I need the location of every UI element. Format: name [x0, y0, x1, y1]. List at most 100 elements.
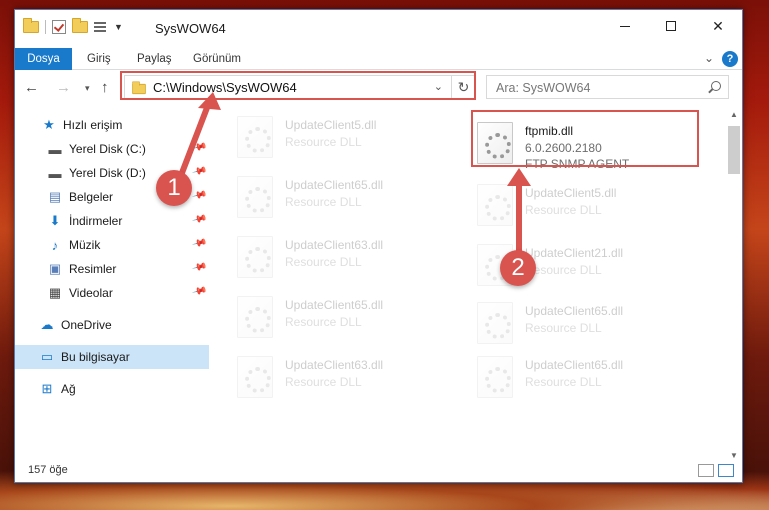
- pin-icon[interactable]: 📌: [191, 284, 207, 300]
- item-count: 157 öğe: [28, 464, 68, 476]
- search-icon[interactable]: [711, 81, 721, 91]
- tab-file[interactable]: Dosya: [15, 48, 72, 70]
- file-description: Resource DLL: [285, 195, 362, 209]
- sidebar-item-disk-c[interactable]: ▬ Yerel Disk (C:) 📌: [15, 137, 209, 161]
- tab-share[interactable]: Paylaş: [127, 48, 182, 70]
- pin-icon[interactable]: 📌: [191, 212, 207, 228]
- sidebar-item-label: Müzik: [69, 238, 101, 252]
- help-icon[interactable]: ?: [722, 51, 738, 67]
- sidebar-item-quick-access[interactable]: ★ Hızlı erişim: [15, 113, 209, 137]
- sidebar-item-label: Yerel Disk (D:): [69, 166, 146, 180]
- divider: [45, 20, 46, 34]
- ribbon-expand-icon[interactable]: ⌄: [704, 51, 714, 65]
- file-description: Resource DLL: [525, 203, 602, 217]
- sidebar-item-label: Bu bilgisayar: [61, 350, 130, 364]
- videos-icon: ▦: [48, 285, 62, 300]
- chevron-down-icon[interactable]: ▼: [114, 22, 123, 32]
- star-icon: ★: [43, 117, 55, 132]
- dll-file-icon: [477, 184, 513, 226]
- search-input[interactable]: Ara: SysWOW64: [486, 75, 729, 99]
- navigation-pane: ★ Hızlı erişim ▬ Yerel Disk (C:) 📌 ▬ Yer…: [15, 110, 209, 458]
- file-description: Resource DLL: [525, 321, 602, 335]
- pin-icon[interactable]: 📌: [191, 164, 207, 180]
- callout-step-2: 2: [500, 250, 536, 286]
- customize-icon[interactable]: [94, 20, 108, 34]
- file-description: Resource DLL: [285, 315, 362, 329]
- scroll-down-icon[interactable]: ▼: [726, 451, 742, 460]
- recent-locations-icon[interactable]: ▾: [85, 83, 90, 94]
- pin-icon[interactable]: 📌: [191, 260, 207, 276]
- file-tile[interactable]: UpdateClient65.dll Resource DLL: [477, 354, 707, 404]
- vertical-scrollbar[interactable]: ▲ ▼: [726, 110, 742, 460]
- download-icon: ⬇: [49, 213, 61, 228]
- file-name: UpdateClient65.dll: [525, 304, 624, 318]
- ribbon-tabs: Dosya Giriş Paylaş Görünüm ⌄ ?: [15, 48, 742, 70]
- pictures-icon: ▣: [48, 261, 62, 276]
- pin-icon[interactable]: 📌: [191, 140, 207, 156]
- network-icon: ⊞: [41, 381, 53, 396]
- dll-file-icon: [237, 176, 273, 218]
- file-name: UpdateClient65.dll: [285, 298, 384, 312]
- dll-file-icon: [237, 116, 273, 158]
- sidebar-item-downloads[interactable]: ⬇ İndirmeler 📌: [15, 209, 209, 233]
- computer-icon: ▭: [40, 349, 54, 364]
- documents-icon: ▤: [48, 189, 62, 204]
- sidebar-item-label: Belgeler: [69, 190, 114, 204]
- pin-icon[interactable]: 📌: [191, 236, 207, 252]
- sidebar-item-network[interactable]: ⊞ Ağ: [15, 377, 209, 401]
- file-tile[interactable]: UpdateClient5.dll Resource DLL: [237, 114, 467, 164]
- file-tile[interactable]: UpdateClient65.dll Resource DLL: [237, 294, 467, 344]
- sidebar-item-label: Hızlı erişim: [63, 118, 123, 132]
- file-name: UpdateClient65.dll: [525, 358, 624, 372]
- minimize-button[interactable]: [602, 10, 648, 42]
- folder-icon: [23, 18, 39, 33]
- sidebar-item-label: Videolar: [69, 286, 113, 300]
- cloud-icon: ☁: [40, 317, 54, 332]
- forward-arrow-icon[interactable]: →: [56, 79, 71, 96]
- tab-view[interactable]: Görünüm: [183, 48, 251, 70]
- file-highlight-box: [471, 110, 699, 167]
- tab-home[interactable]: Giriş: [77, 48, 121, 70]
- sidebar-item-label: Ağ: [61, 382, 76, 396]
- properties-check-icon[interactable]: [52, 20, 66, 34]
- dll-file-icon: [477, 356, 513, 398]
- drive-icon: ▬: [48, 165, 62, 181]
- title-bar: ▼ SysWOW64 ✕: [15, 10, 742, 48]
- sidebar-item-pictures[interactable]: ▣ Resimler 📌: [15, 257, 209, 281]
- file-name: UpdateClient63.dll: [285, 238, 384, 252]
- dll-file-icon: [237, 236, 273, 278]
- sidebar-item-label: Resimler: [69, 262, 117, 276]
- close-button[interactable]: ✕: [695, 10, 741, 42]
- file-tile[interactable]: UpdateClient65.dll Resource DLL: [477, 300, 707, 350]
- file-description: Resource DLL: [525, 263, 602, 277]
- maximize-button[interactable]: [648, 10, 694, 42]
- details-view-icon[interactable]: [698, 464, 714, 477]
- file-name: UpdateClient5.dll: [525, 186, 617, 200]
- sidebar-item-this-pc[interactable]: ▭ Bu bilgisayar: [15, 345, 209, 369]
- scrollbar-thumb[interactable]: [728, 126, 740, 174]
- file-description: Resource DLL: [285, 135, 362, 149]
- scroll-up-icon[interactable]: ▲: [726, 110, 742, 119]
- sidebar-item-music[interactable]: ♪ Müzik 📌: [15, 233, 209, 257]
- file-tile[interactable]: UpdateClient5.dll Resource DLL: [477, 182, 707, 232]
- sidebar-item-onedrive[interactable]: ☁ OneDrive: [15, 313, 209, 337]
- file-tile[interactable]: UpdateClient63.dll Resource DLL: [237, 234, 467, 284]
- dll-file-icon: [477, 302, 513, 344]
- large-icons-view-icon[interactable]: [718, 464, 734, 477]
- new-folder-icon[interactable]: [72, 18, 88, 33]
- back-arrow-icon[interactable]: ←: [24, 79, 39, 96]
- dll-file-icon: [237, 356, 273, 398]
- up-arrow-icon[interactable]: ↑: [101, 79, 109, 96]
- sidebar-item-videos[interactable]: ▦ Videolar 📌: [15, 281, 209, 305]
- file-description: Resource DLL: [285, 375, 362, 389]
- callout-step-1: 1: [156, 170, 192, 206]
- pin-icon[interactable]: 📌: [191, 188, 207, 204]
- address-highlight-box: [120, 71, 476, 100]
- file-tile[interactable]: UpdateClient65.dll Resource DLL: [237, 174, 467, 224]
- file-description: Resource DLL: [285, 255, 362, 269]
- file-tile[interactable]: UpdateClient63.dll Resource DLL: [237, 354, 467, 404]
- search-placeholder: Ara: SysWOW64: [496, 81, 591, 95]
- sidebar-item-label: OneDrive: [61, 318, 112, 332]
- file-name: UpdateClient21.dll: [525, 246, 624, 260]
- file-name: UpdateClient5.dll: [285, 118, 377, 132]
